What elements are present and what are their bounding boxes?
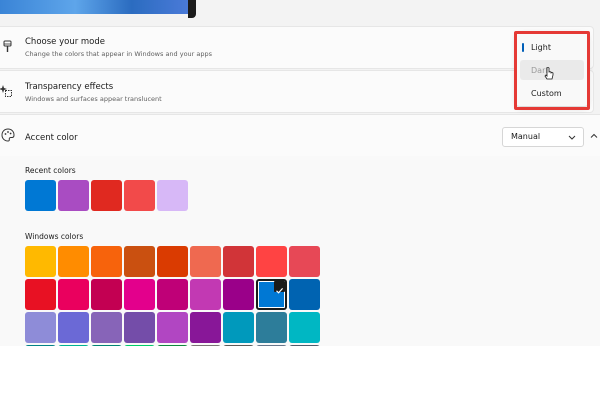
windows-color-swatch[interactable] — [91, 312, 122, 343]
windows-color-swatch[interactable] — [25, 312, 56, 343]
preview-frame — [188, 0, 196, 18]
chevron-down-icon — [568, 135, 576, 140]
sparkle-icon — [0, 85, 12, 97]
windows-color-swatch[interactable] — [124, 312, 155, 343]
windows-color-swatch[interactable] — [25, 345, 56, 346]
recent-color-swatch[interactable] — [157, 180, 188, 211]
mouse-cursor-icon — [544, 67, 554, 80]
windows-color-swatch[interactable] — [190, 312, 221, 343]
windows-color-swatch[interactable] — [289, 312, 320, 343]
windows-color-swatch[interactable] — [289, 345, 320, 346]
windows-color-swatch[interactable] — [223, 246, 254, 277]
windows-color-swatch[interactable] — [289, 279, 320, 310]
windows-color-swatch[interactable] — [157, 345, 188, 346]
wallpaper-preview — [0, 0, 188, 14]
windows-color-swatch[interactable] — [256, 279, 287, 310]
windows-color-swatch[interactable] — [256, 312, 287, 343]
accent-colors-panel: Recent colors Windows colors — [0, 156, 600, 346]
settings-personalization-colors: Choose your mode Change the colors that … — [0, 0, 600, 346]
choose-mode-title: Choose your mode — [25, 37, 106, 47]
paintbrush-icon — [3, 40, 12, 52]
accent-color-select[interactable]: Manual — [502, 127, 584, 147]
windows-color-swatch[interactable] — [58, 246, 89, 277]
windows-color-swatch[interactable] — [25, 279, 56, 310]
windows-colors-label: Windows colors — [25, 232, 84, 241]
windows-color-swatch[interactable] — [190, 246, 221, 277]
transparency-title: Transparency effects — [25, 82, 114, 92]
recent-color-swatch[interactable] — [91, 180, 122, 211]
windows-color-swatch[interactable] — [223, 345, 254, 346]
theme-preview — [0, 0, 196, 18]
windows-color-swatch[interactable] — [91, 246, 122, 277]
windows-color-swatch[interactable] — [157, 246, 188, 277]
recent-color-swatch[interactable] — [25, 180, 56, 211]
windows-color-swatch[interactable] — [256, 345, 287, 346]
windows-color-swatch[interactable] — [124, 246, 155, 277]
windows-color-swatch[interactable] — [157, 279, 188, 310]
transparency-subtitle: Windows and surfaces appear translucent — [25, 95, 162, 103]
windows-color-swatch[interactable] — [157, 312, 188, 343]
accent-select-value: Manual — [511, 132, 541, 141]
palette-icon — [1, 128, 15, 142]
windows-color-swatch[interactable] — [289, 246, 320, 277]
transparency-card: Transparency effects Windows and surface… — [0, 70, 594, 113]
windows-color-swatch[interactable] — [190, 345, 221, 346]
choose-mode-subtitle: Change the colors that appear in Windows… — [25, 50, 213, 58]
windows-color-swatch[interactable] — [223, 279, 254, 310]
accent-color-title: Accent color — [25, 133, 78, 143]
windows-color-swatch[interactable] — [58, 312, 89, 343]
recent-color-swatch[interactable] — [124, 180, 155, 211]
windows-color-swatch[interactable] — [91, 345, 122, 346]
windows-color-swatch[interactable] — [256, 246, 287, 277]
choose-mode-card: Choose your mode Change the colors that … — [0, 26, 594, 69]
windows-color-swatch[interactable] — [124, 345, 155, 346]
windows-color-swatch[interactable] — [124, 279, 155, 310]
windows-color-swatch[interactable] — [190, 279, 221, 310]
windows-color-swatch[interactable] — [25, 246, 56, 277]
chevron-up-icon[interactable] — [589, 131, 599, 141]
checkmark-icon — [274, 281, 285, 294]
windows-color-swatch[interactable] — [223, 312, 254, 343]
windows-color-swatch[interactable] — [58, 345, 89, 346]
recent-colors-label: Recent colors — [25, 166, 76, 175]
recent-color-swatch[interactable] — [58, 180, 89, 211]
windows-color-swatch[interactable] — [91, 279, 122, 310]
windows-color-swatch[interactable] — [58, 279, 89, 310]
